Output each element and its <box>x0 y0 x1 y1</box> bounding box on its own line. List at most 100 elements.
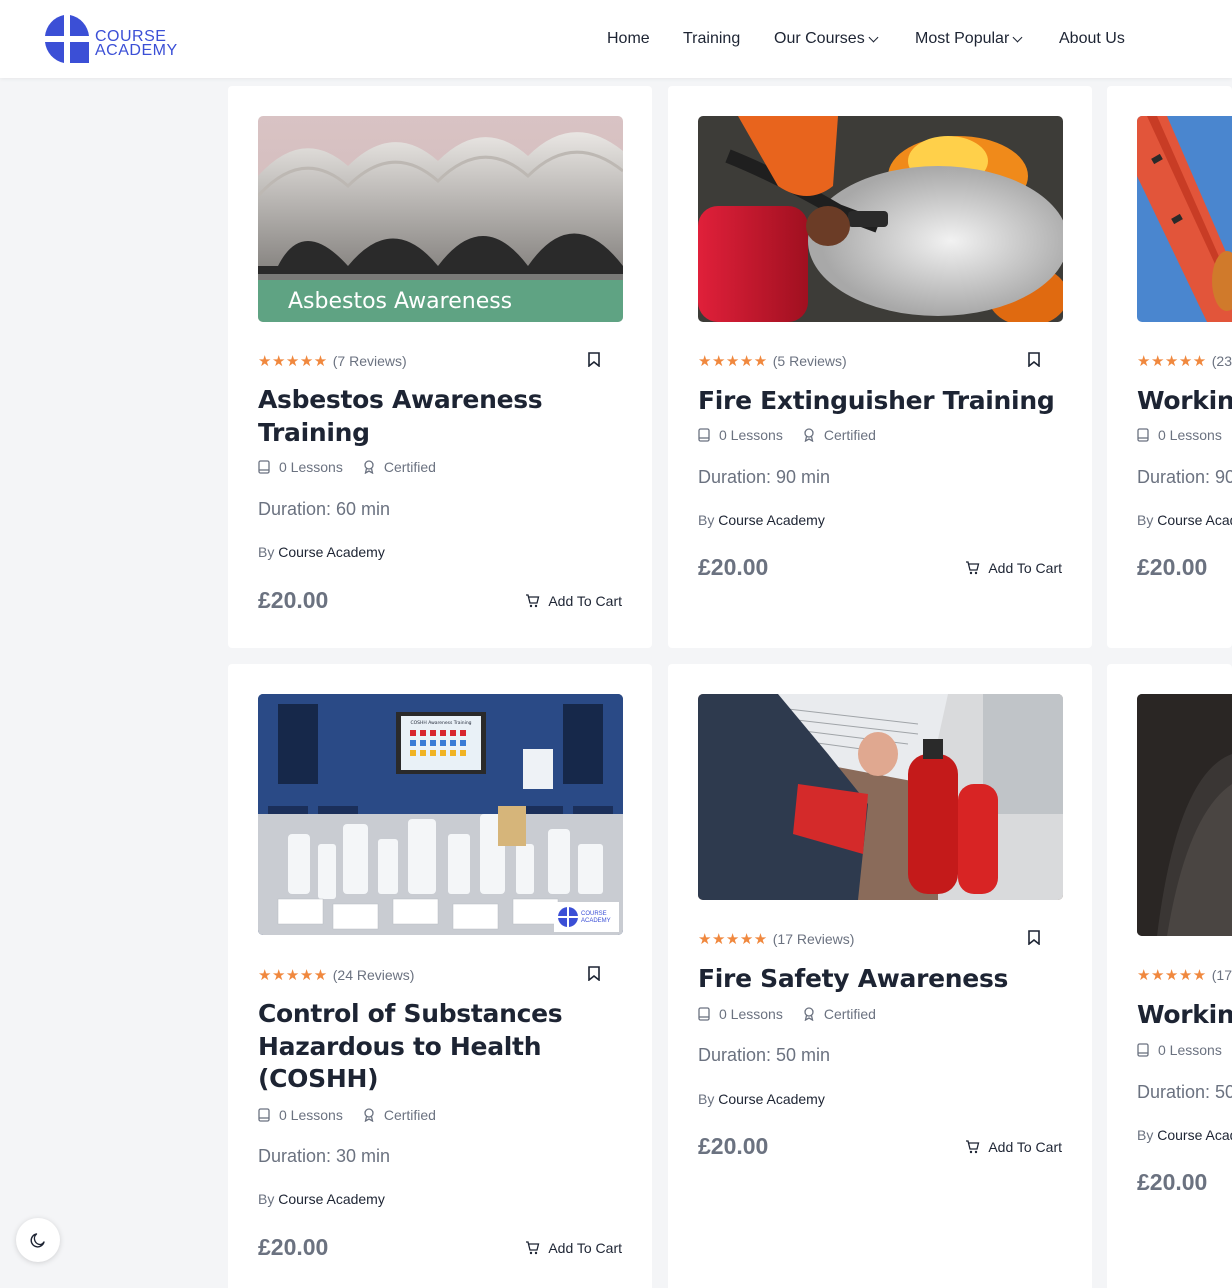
add-to-cart-button[interactable]: Add To Cart <box>525 1240 622 1256</box>
certified-label: Certified <box>383 459 436 475</box>
course-title-line: Training <box>258 418 370 447</box>
course-info-row: 0 Lessons <box>1137 427 1232 443</box>
lesson-count: 0 Lessons <box>279 459 343 475</box>
course-title[interactable]: Asbestos Awareness Training <box>258 383 622 449</box>
course-info-row: 0 Lessons Certified <box>698 1006 1062 1022</box>
course-card: ★★★★★(17 Working 0 Lessons Duration: 50 … <box>1107 664 1232 1288</box>
course-thumbnail[interactable] <box>1137 116 1232 322</box>
logo-line-2: ACADEMY <box>95 42 178 59</box>
cart-icon <box>526 594 540 608</box>
author-name[interactable]: Course Academy <box>718 1091 825 1107</box>
course-thumbnail[interactable]: Asbestos Awareness <box>258 116 623 322</box>
dark-mode-toggle[interactable] <box>16 1218 60 1262</box>
add-to-cart-button[interactable]: Add To Cart <box>965 560 1062 576</box>
add-to-cart-label: Add To Cart <box>548 1240 622 1256</box>
card-rating-row: ★★★★★ (17 Reviews) <box>698 930 1062 948</box>
rating-stars: ★★★★★ <box>698 353 768 370</box>
course-thumbnail[interactable] <box>698 116 1063 322</box>
nav-most-popular-label: Most Popular <box>915 30 1010 47</box>
nav-about-us[interactable]: About Us <box>1059 30 1125 48</box>
coshh-image: COSHH Awareness Training COURSE ACADEMY <box>258 694 623 935</box>
add-to-cart-label: Add To Cart <box>548 593 622 609</box>
by-label: By <box>258 1191 275 1207</box>
rating-stars: ★★★★★ <box>258 353 328 370</box>
course-title-line: (COSHH) <box>258 1064 379 1093</box>
course-title[interactable]: Working <box>1137 384 1232 417</box>
site-header: COURSE ACADEMY Home Training Our Courses… <box>0 0 1232 78</box>
certified-label: Certified <box>383 1107 436 1123</box>
course-duration: Duration: 30 min <box>258 1146 391 1166</box>
fire-safety-image <box>698 694 1063 900</box>
course-title-line: Control of Substances <box>258 999 563 1028</box>
price-row: £20.00 Add To Cart <box>698 554 1062 581</box>
award-icon <box>364 1108 374 1122</box>
chevron-down-icon <box>1012 32 1023 42</box>
card-rating-row: ★★★★★ (24 Reviews) <box>258 966 622 984</box>
course-price: £20.00 <box>698 1133 769 1159</box>
bookmark-icon[interactable] <box>1028 930 1040 945</box>
screen-caption: COSHH Awareness Training <box>410 720 471 726</box>
course-title[interactable]: Fire Safety Awareness <box>698 962 1062 995</box>
course-card: ★★★★★(23 Working 0 Lessons Duration: 90 … <box>1107 86 1232 648</box>
author-name[interactable]: Course Acad <box>1157 512 1232 528</box>
review-count: (23 <box>1211 353 1232 369</box>
nav-our-courses[interactable]: Our Courses <box>774 30 879 48</box>
course-title[interactable]: Fire Extinguisher Training <box>698 384 1062 417</box>
add-to-cart-label: Add To Cart <box>988 1139 1062 1155</box>
bookmark-icon[interactable] <box>588 966 600 981</box>
course-duration: Duration: 60 min <box>258 499 391 519</box>
review-count: (17 Reviews) <box>772 931 855 947</box>
bookmark-icon[interactable] <box>1028 352 1040 367</box>
asbestos-image: Asbestos Awareness <box>258 116 623 322</box>
nav-most-popular[interactable]: Most Popular <box>915 30 1023 48</box>
ladder-image <box>1137 116 1232 322</box>
by-label: By <box>258 544 275 560</box>
course-duration: Duration: 50 <box>1137 1082 1232 1102</box>
confined-space-image <box>1137 694 1232 936</box>
course-card: COSHH Awareness Training COURSE ACADEMY … <box>228 664 652 1288</box>
course-author: By Course Academy <box>258 544 622 560</box>
book-icon <box>698 1007 710 1021</box>
course-author: By Course Academy <box>698 1091 1062 1107</box>
rating-stars: ★★★★★ <box>1137 353 1207 370</box>
review-count: (17 <box>1211 967 1232 983</box>
lesson-count: 0 Lessons <box>279 1107 343 1123</box>
author-name[interactable]: Course Acad <box>1157 1127 1232 1143</box>
award-icon <box>364 460 374 474</box>
award-icon <box>804 428 814 442</box>
course-thumbnail[interactable] <box>1137 694 1232 936</box>
nav-home[interactable]: Home <box>607 30 650 48</box>
add-to-cart-button[interactable]: Add To Cart <box>525 593 622 609</box>
course-title[interactable]: Working <box>1137 998 1232 1031</box>
nav-our-courses-label: Our Courses <box>774 30 865 47</box>
course-thumbnail[interactable] <box>698 694 1063 900</box>
rating-stars: ★★★★★ <box>258 967 328 984</box>
course-thumbnail[interactable]: COSHH Awareness Training COURSE ACADEMY <box>258 694 623 935</box>
course-title[interactable]: Control of Substances Hazardous to Healt… <box>258 998 622 1096</box>
author-name[interactable]: Course Academy <box>278 1191 385 1207</box>
cart-icon <box>526 1241 540 1255</box>
rating-stars: ★★★★★ <box>698 931 768 948</box>
award-icon <box>804 1007 814 1021</box>
course-info-row: 0 Lessons <box>1137 1042 1232 1058</box>
course-duration: Duration: 50 min <box>698 1045 831 1065</box>
brand-logo[interactable]: COURSE ACADEMY <box>43 13 178 65</box>
price-row: £20.00 <box>1137 1169 1232 1196</box>
nav-training[interactable]: Training <box>683 30 740 48</box>
lesson-count: 0 Lessons <box>1158 427 1222 443</box>
author-name[interactable]: Course Academy <box>278 544 385 560</box>
add-to-cart-label: Add To Cart <box>988 560 1062 576</box>
bookmark-icon[interactable] <box>588 352 600 367</box>
course-author: By Course Academy <box>258 1191 622 1207</box>
course-title-line: Fire Safety Awareness <box>698 964 1009 993</box>
moon-icon <box>30 1233 45 1248</box>
lesson-count: 0 Lessons <box>1158 1042 1222 1058</box>
author-name[interactable]: Course Academy <box>718 512 825 528</box>
lesson-count: 0 Lessons <box>719 427 783 443</box>
book-icon <box>258 1108 270 1122</box>
cart-icon <box>966 1140 980 1154</box>
course-price: £20.00 <box>258 1234 329 1260</box>
course-price: £20.00 <box>1137 554 1208 580</box>
add-to-cart-button[interactable]: Add To Cart <box>965 1139 1062 1155</box>
badge-line-1: COURSE <box>581 911 607 917</box>
